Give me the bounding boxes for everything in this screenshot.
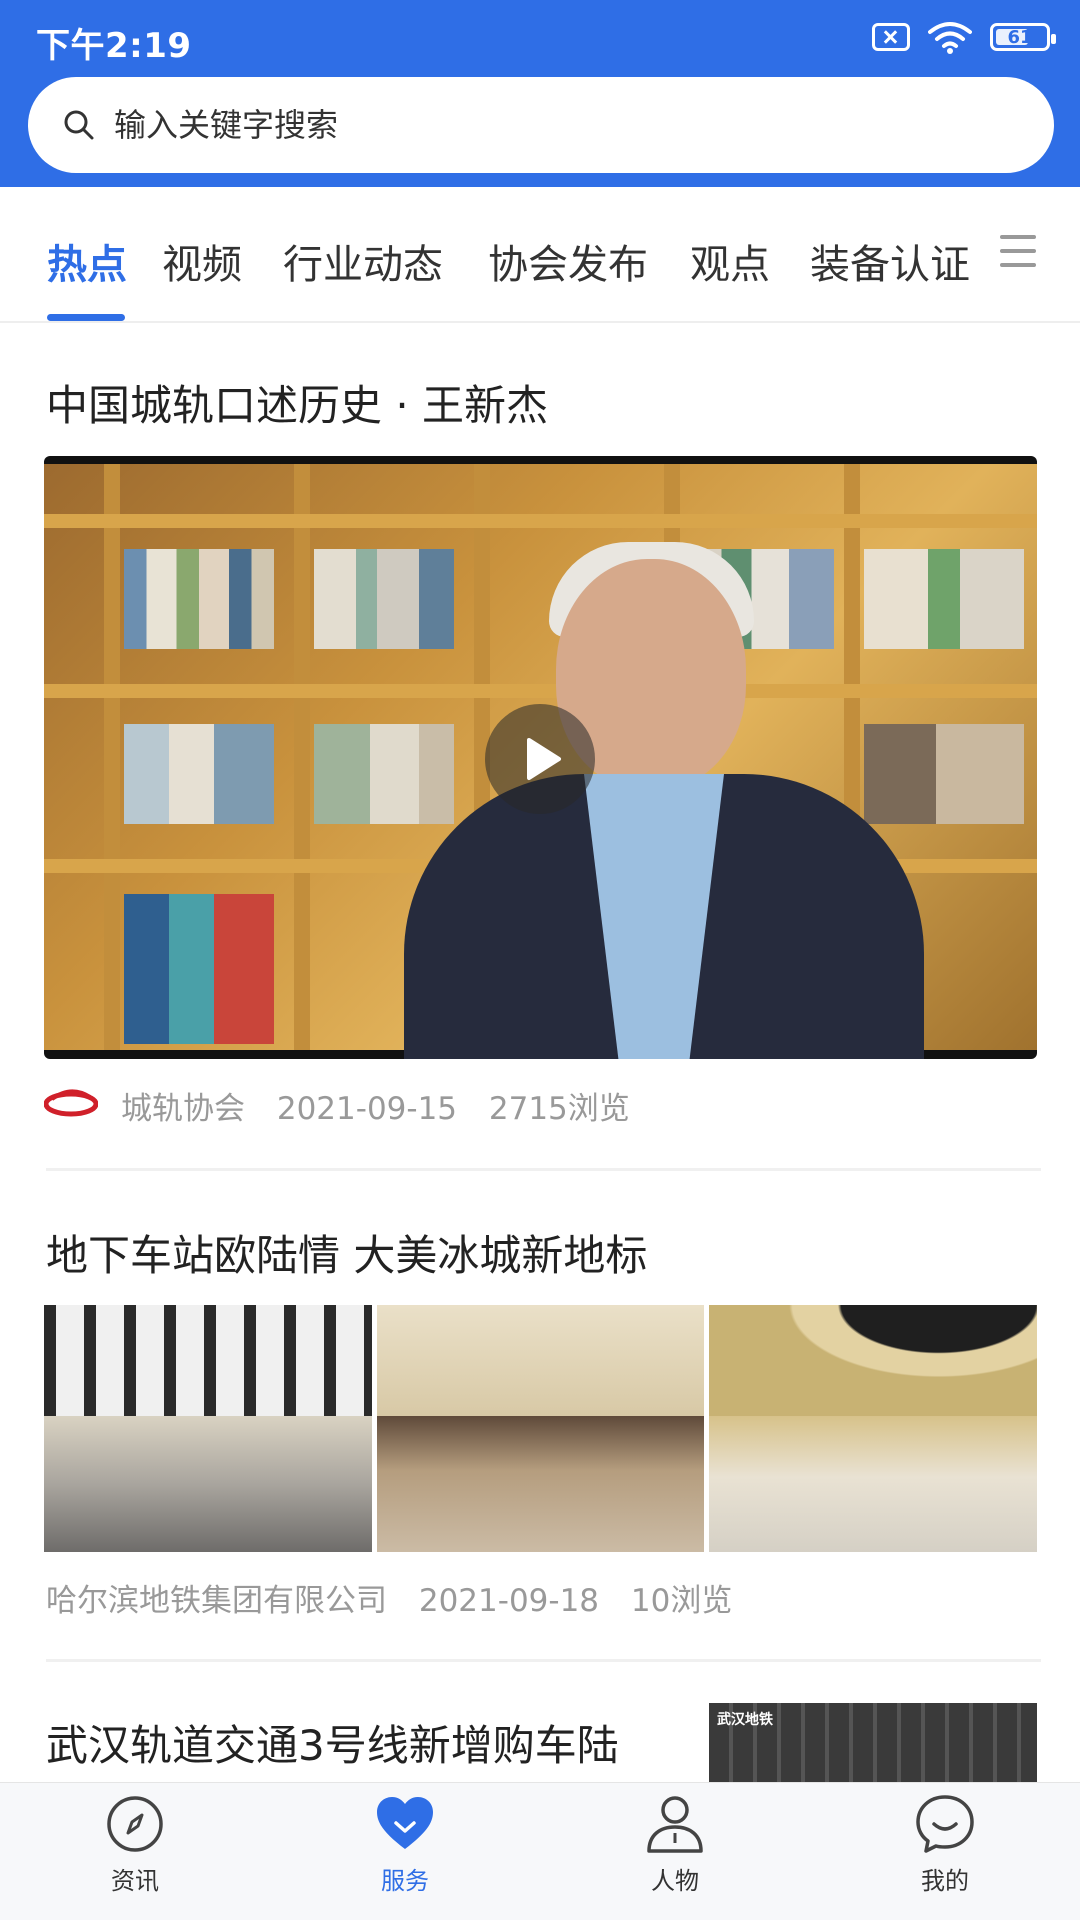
thumbnail-label: 武汉地铁 (717, 1712, 773, 1728)
smile-chat-icon (916, 1795, 974, 1853)
play-button[interactable] (485, 704, 595, 814)
article-title[interactable]: 中国城轨口述历史 · 王新杰 (46, 372, 548, 433)
nav-label: 资讯 (111, 1867, 159, 1895)
play-icon (527, 738, 561, 780)
article-title[interactable]: 武汉轨道交通3号线新增购车陆 (46, 1712, 619, 1773)
article-date: 2021-09-15 (276, 1091, 458, 1127)
divider (46, 1168, 1041, 1171)
tab-equipment-certification[interactable]: 装备认证 (810, 232, 970, 290)
nav-label: 我的 (921, 1867, 969, 1895)
no-sim-icon (872, 23, 910, 51)
tab-video[interactable]: 视频 (162, 232, 242, 290)
tab-association-release[interactable]: 协会发布 (488, 232, 648, 290)
tab-opinion[interactable]: 观点 (690, 232, 770, 290)
article-photo[interactable] (709, 1305, 1037, 1552)
status-time: 下午2:19 (36, 26, 192, 66)
battery-level: 61 (1007, 26, 1033, 48)
nav-mine[interactable]: 我的 (885, 1793, 1005, 1896)
nav-news[interactable]: 资讯 (75, 1793, 195, 1896)
article-meta: 城轨协会 2021-09-15 2715浏览 (121, 1083, 652, 1128)
article-photo[interactable] (377, 1305, 704, 1552)
menu-icon[interactable] (1000, 235, 1036, 271)
compass-icon (107, 1796, 163, 1852)
nav-service[interactable]: 服务 (345, 1793, 465, 1896)
status-icons: 61 (872, 20, 1056, 54)
association-logo-icon (44, 1089, 98, 1117)
article-views: 2715浏览 (488, 1091, 630, 1127)
wifi-icon (928, 22, 972, 54)
tab-industry-news[interactable]: 行业动态 (283, 232, 443, 290)
search-input[interactable] (114, 106, 914, 144)
article-meta: 哈尔滨地铁集团有限公司 2021-09-18 10浏览 (46, 1575, 754, 1620)
video-player[interactable] (44, 456, 1037, 1059)
person-icon (647, 1796, 703, 1853)
article-source: 哈尔滨地铁集团有限公司 (46, 1583, 387, 1619)
article-views: 10浏览 (630, 1583, 733, 1619)
nav-people[interactable]: 人物 (615, 1793, 735, 1896)
category-tabs: 热点 视频 行业动态 协会发布 观点 装备认证 (0, 187, 1080, 323)
top-header: 下午2:19 61 (0, 0, 1080, 187)
article-date: 2021-09-18 (418, 1583, 600, 1619)
nav-label: 服务 (381, 1867, 429, 1895)
nav-label: 人物 (651, 1867, 699, 1895)
heart-icon (377, 1797, 433, 1849)
article-title[interactable]: 地下车站欧陆情 大美冰城新地标 (46, 1222, 647, 1283)
article-photo[interactable] (44, 1305, 372, 1552)
active-tab-indicator (47, 314, 125, 321)
divider (46, 1659, 1041, 1662)
article-source: 城轨协会 (121, 1091, 245, 1127)
battery-icon: 61 (990, 23, 1056, 51)
bottom-navigation: 资讯 服务 人物 我的 (0, 1782, 1080, 1920)
tab-hot[interactable]: 热点 (47, 232, 127, 290)
search-bar[interactable] (28, 77, 1054, 173)
search-icon (64, 110, 94, 140)
